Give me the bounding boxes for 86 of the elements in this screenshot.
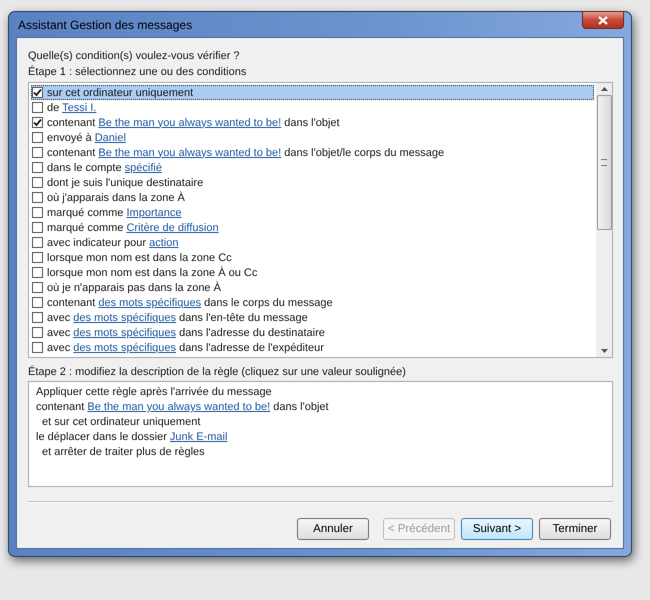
dialog-button[interactable]: Terminer [539, 518, 611, 540]
condition-text: dont je suis l'unique destinataire [47, 176, 204, 188]
checkbox[interactable] [32, 342, 43, 353]
condition-text: où j'apparais dans la zone À [47, 192, 185, 204]
condition-row[interactable]: avec des mots spécifiques dans l'adresse du destinataire [31, 325, 594, 340]
condition-text: lorsque mon nom est dans la zone Cc [47, 252, 232, 264]
checkbox[interactable] [32, 87, 43, 98]
checkbox[interactable] [32, 102, 43, 113]
condition-text: sur cet ordinateur uniquement [47, 86, 194, 98]
condition-text: dans le compte spécifié [47, 162, 162, 174]
dialog-button[interactable]: Suivant > [461, 518, 533, 540]
condition-text: marqué comme Importance [47, 206, 182, 218]
checkbox[interactable] [32, 297, 43, 308]
condition-row[interactable]: avec des mots spécifiques dans l'en-tête du message [31, 310, 594, 325]
description-link[interactable]: Junk E-mail [170, 431, 228, 443]
condition-link[interactable]: des mots spécifiques [98, 296, 202, 308]
condition-text: avec des mots spécifiques dans l'adresse de l'expéditeur [47, 342, 324, 354]
condition-text: de Tessi I. [47, 102, 96, 114]
condition-row[interactable]: contenant des mots spécifiques dans le corps du message [31, 295, 594, 310]
condition-row[interactable]: dont je suis l'unique destinataire [31, 175, 594, 190]
condition-text: où je n'apparais pas dans la zone À [47, 282, 221, 294]
checkbox[interactable] [32, 327, 43, 338]
description-line: et arrêter de traiter plus de règles [41, 445, 206, 460]
condition-text: avec indicateur pour action [47, 236, 178, 248]
condition-row[interactable]: contenant Be the man you always wanted to be! dans l'objet [31, 115, 594, 130]
checkbox[interactable] [32, 147, 43, 158]
condition-row[interactable]: sur cet ordinateur uniquement [31, 85, 594, 100]
condition-text: contenant des mots spécifiques dans le corps du message [47, 296, 333, 308]
scroll-up-icon[interactable] [600, 87, 608, 91]
checkbox[interactable] [32, 177, 43, 188]
scroll-thumb[interactable] [596, 95, 612, 230]
condition-text: contenant Be the man you always wanted to be! dans l'objet [47, 116, 340, 128]
condition-row[interactable]: envoyé à Daniel [31, 130, 594, 145]
checkbox[interactable] [32, 162, 43, 173]
close-icon [598, 16, 608, 24]
scroll-down-icon[interactable] [600, 349, 608, 353]
condition-link[interactable]: Importance [126, 206, 182, 218]
condition-link[interactable]: Tessi I. [62, 102, 96, 114]
condition-text: lorsque mon nom est dans la zone À ou Cc [47, 266, 258, 278]
condition-row[interactable]: marqué comme Importance [31, 205, 594, 220]
condition-row[interactable]: lorsque mon nom est dans la zone À ou Cc [31, 265, 594, 280]
question-text: Quelle(s) condition(s) voulez-vous vérifier ? [28, 49, 241, 64]
condition-text: avec des mots spécifiques dans l'adresse du destinataire [47, 326, 325, 338]
condition-link[interactable]: action [149, 236, 178, 248]
condition-row[interactable]: où j'apparais dans la zone À [31, 190, 594, 205]
checkbox[interactable] [32, 192, 43, 203]
condition-link[interactable]: des mots spécifiques [73, 326, 176, 338]
condition-link[interactable]: des mots spécifiques [73, 312, 176, 324]
condition-link[interactable]: des mots spécifiques [73, 342, 176, 354]
step-label: Étape 2 : modifiez la description de la règle (cliquez sur une valeur soulignée) [28, 364, 407, 380]
condition-row[interactable]: marqué comme Critère de diffusion [31, 220, 594, 235]
checkbox[interactable] [32, 207, 43, 218]
checkbox[interactable] [32, 132, 43, 143]
condition-row[interactable]: de Tessi I. [31, 100, 594, 115]
scrollbar[interactable] [596, 83, 612, 357]
description-line: le déplacer dans le dossier Junk E-mail [36, 430, 228, 445]
step-label: Étape 1 : sélectionnez une ou des conditions [28, 64, 248, 80]
condition-row[interactable]: où je n'apparais pas dans la zone À [31, 280, 594, 295]
condition-row[interactable]: dans le compte spécifié [31, 160, 594, 175]
checkbox[interactable] [32, 312, 43, 323]
checkbox[interactable] [32, 237, 43, 248]
condition-link[interactable]: Critère de diffusion [126, 222, 219, 234]
dialog-button[interactable]: Annuler [297, 518, 369, 540]
checkbox[interactable] [32, 252, 43, 263]
checkbox[interactable] [32, 222, 43, 233]
condition-link[interactable]: Be the man you always wanted to be! [98, 146, 282, 158]
condition-text: contenant Be the man you always wanted to be! dans l'objet/le corps du message [47, 146, 444, 158]
condition-row[interactable]: avec indicateur pour action [31, 235, 594, 250]
condition-row[interactable]: lorsque mon nom est dans la zone Cc [31, 250, 594, 265]
checkbox[interactable] [32, 267, 43, 278]
condition-text: avec des mots spécifiques dans l'en-tête du message [47, 312, 308, 324]
description-link[interactable]: Be the man you always wanted to be! [87, 401, 270, 413]
condition-row[interactable]: avec des mots spécifiques dans l'adresse de l'expéditeur [31, 340, 594, 355]
description-line: et sur cet ordinateur uniquement [41, 415, 202, 430]
condition-link[interactable]: Daniel [94, 132, 126, 144]
close-button[interactable] [582, 11, 624, 29]
condition-link[interactable]: Be the man you always wanted to be! [98, 116, 282, 128]
window-title: Assistant Gestion des messages [17, 18, 192, 32]
condition-text: envoyé à Daniel [47, 132, 126, 144]
checkbox[interactable] [32, 282, 43, 293]
condition-row[interactable]: contenant Be the man you always wanted to be! dans l'objet/le corps du message [31, 145, 594, 160]
checkbox[interactable] [32, 117, 43, 128]
description-line: contenant Be the man you always wanted to be! dans l'objet [36, 400, 330, 415]
condition-link[interactable]: spécifié [124, 162, 162, 174]
condition-text: marqué comme Critère de diffusion [47, 222, 219, 234]
description-line: Appliquer cette règle après l'arrivée du message [36, 385, 273, 400]
